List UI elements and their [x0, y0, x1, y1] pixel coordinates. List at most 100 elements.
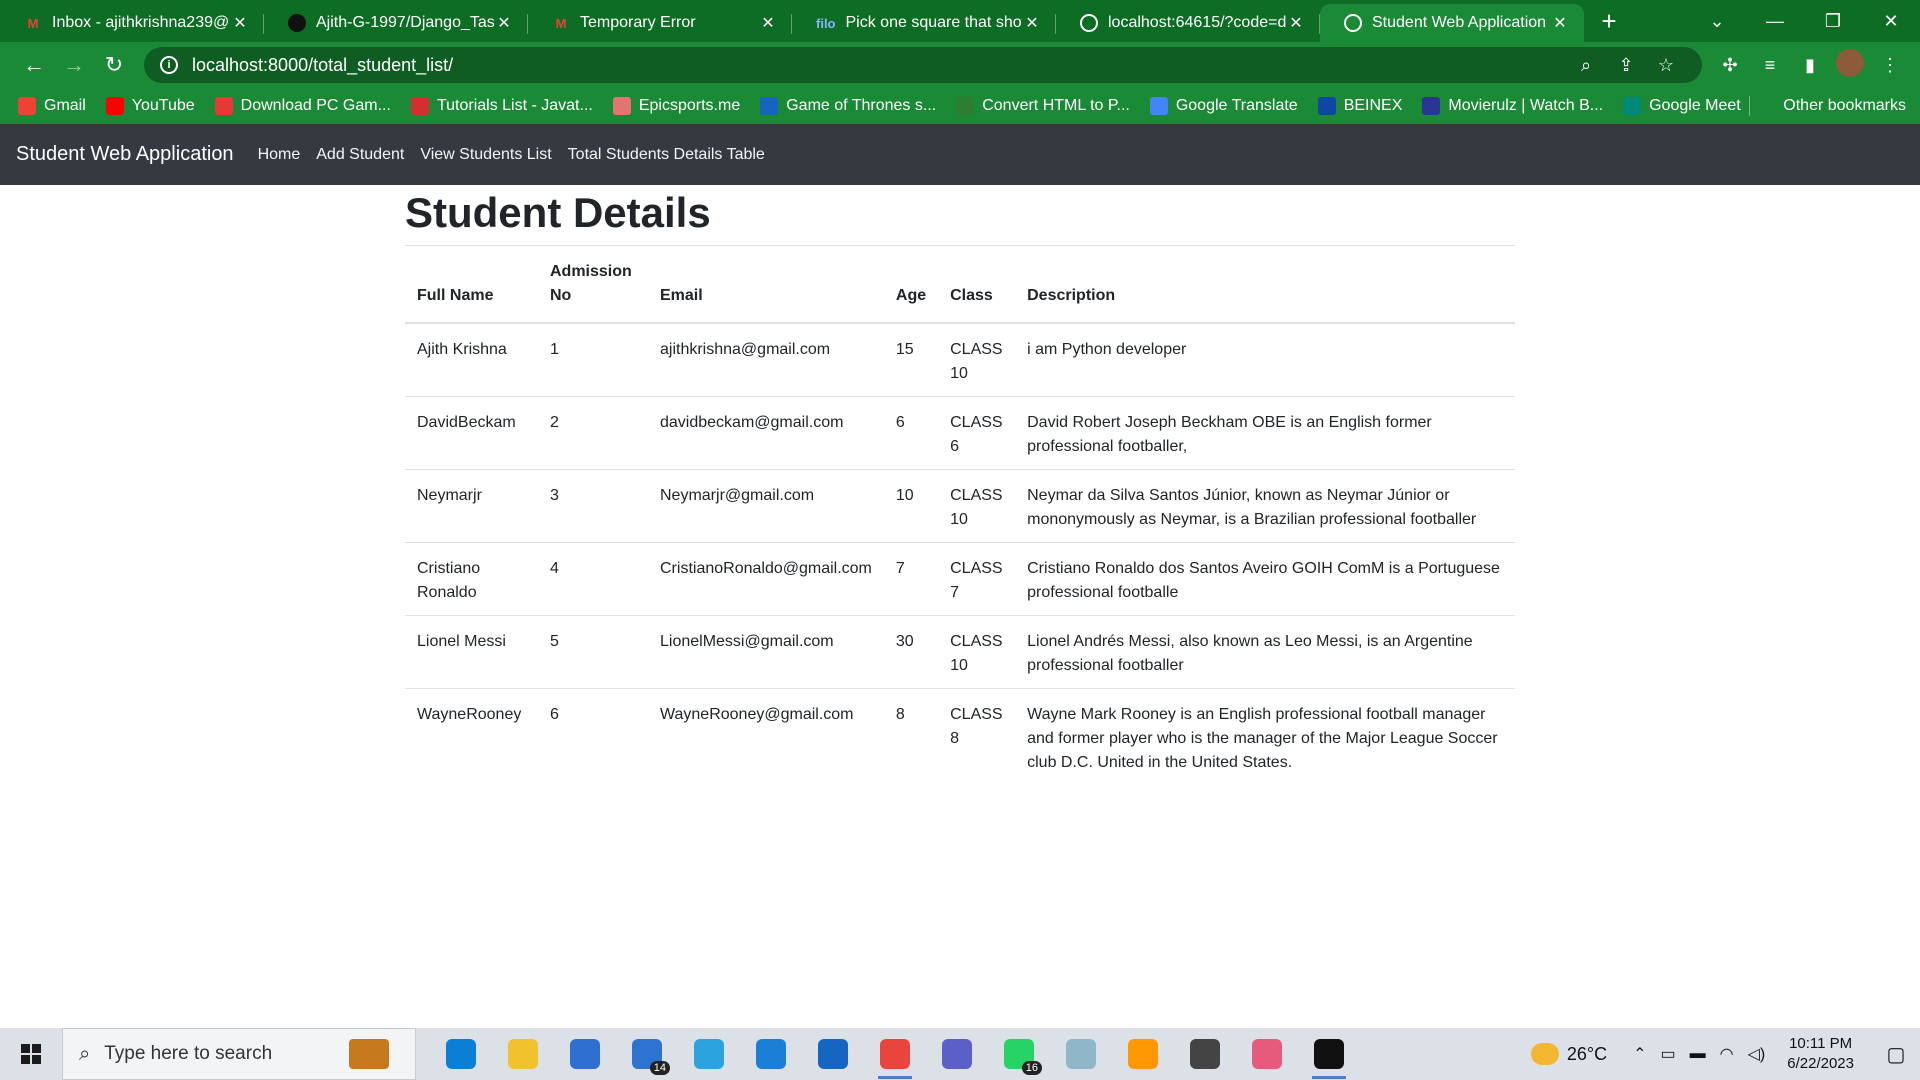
bookmark-item[interactable]: Epicsports.me [612, 97, 741, 115]
start-button[interactable] [0, 1044, 62, 1064]
taskbar-app[interactable] [802, 1028, 864, 1080]
weather-temp[interactable]: 26°C [1567, 1044, 1607, 1065]
tab-close-icon[interactable]: ✕ [494, 13, 514, 33]
taskbar-app[interactable] [1050, 1028, 1112, 1080]
taskbar-app[interactable] [1174, 1028, 1236, 1080]
zoom-icon[interactable]: ⌕ [1566, 55, 1606, 76]
address-bar[interactable]: i localhost:8000/total_student_list/ ⌕ ⇪… [144, 47, 1702, 83]
bookmark-label: Google Translate [1175, 97, 1298, 114]
tab-close-icon[interactable]: ✕ [230, 13, 250, 33]
movierulz-icon [1422, 97, 1441, 115]
browser-tab[interactable]: localhost:64615/?code=d6 ✕ [1056, 4, 1320, 42]
reload-button[interactable]: ↻ [94, 52, 134, 78]
nav-add-student[interactable]: Add Student [316, 146, 404, 164]
taskbar-app[interactable] [864, 1028, 926, 1080]
tab-close-icon[interactable]: ✕ [1022, 13, 1042, 33]
bookmark-item[interactable]: Download PC Gam... [214, 97, 391, 115]
battery-icon[interactable]: ▬ [1690, 1045, 1706, 1063]
cell-full-name: Lionel Messi [405, 615, 538, 689]
forward-button[interactable]: → [54, 52, 94, 78]
bookmark-item[interactable]: Convert HTML to P... [956, 97, 1130, 115]
browser-tab[interactable]: Student Web Application ✕ [1320, 4, 1584, 42]
cell-description: Cristiano Ronaldo dos Santos Aveiro GOIH… [1015, 542, 1515, 616]
git-gui-icon [1252, 1039, 1282, 1069]
cell-full-name: Cristiano Ronaldo [405, 542, 538, 616]
taskbar-app[interactable] [1112, 1028, 1174, 1080]
bookmark-item[interactable]: Game of Thrones s... [760, 97, 936, 115]
minimize-button[interactable]: — [1746, 11, 1804, 32]
back-button[interactable]: ← [14, 52, 54, 78]
menu-icon[interactable]: ⋮ [1870, 55, 1910, 76]
browser-tab[interactable]: filo Pick one square that shows ✕ [792, 4, 1056, 42]
nav-total-students-details-table[interactable]: Total Students Details Table [568, 146, 765, 164]
taskbar-app[interactable] [926, 1028, 988, 1080]
bookmark-label: Google Meet [1649, 97, 1741, 114]
extensions-icon[interactable]: ✣ [1710, 55, 1750, 76]
show-hidden-icons-icon[interactable]: ⌃ [1633, 1044, 1646, 1064]
table-row: Neymarjr 3 Neymarjr@gmail.com 10 CLASS 10 Ney… [405, 469, 1515, 543]
tab-close-icon[interactable]: ✕ [1550, 13, 1570, 33]
notification-badge: 16 [1021, 1061, 1042, 1075]
browser-tab[interactable]: M Inbox - ajithkrishna239@gm✕ [0, 4, 264, 42]
bookmark-item[interactable]: Google Meet [1623, 97, 1741, 115]
weather-icon[interactable] [1530, 1043, 1559, 1065]
wifi-icon[interactable]: ◠ [1720, 1044, 1734, 1064]
bookmark-item[interactable]: Gmail [18, 97, 86, 115]
profile-avatar[interactable] [1830, 48, 1870, 82]
site-info-icon[interactable]: i [160, 56, 178, 74]
app-navbar: Student Web Application Home Add Student… [0, 124, 1920, 185]
windows-logo-icon [21, 1044, 41, 1064]
nav-view-students-list[interactable]: View Students List [420, 146, 551, 164]
taskbar-app[interactable] [678, 1028, 740, 1080]
cell-class: CLASS 10 [938, 323, 1016, 397]
taskbar-app[interactable]: 14 [616, 1028, 678, 1080]
browser-tab[interactable]: M Temporary Error ✕ [528, 4, 792, 42]
taskbar-app[interactable]: 16 [988, 1028, 1050, 1080]
tab-search-icon[interactable]: ⌄ [1688, 11, 1746, 32]
tab-close-icon[interactable]: ✕ [758, 13, 778, 33]
main-content: Student Details Full Name Admission No E… [405, 185, 1515, 785]
bookmarks-bar: Gmail YouTube Download PC Gam... Tutorials … [0, 88, 1920, 124]
taskbar-app[interactable] [430, 1028, 492, 1080]
bookmark-item[interactable]: BEINEX [1317, 97, 1402, 115]
restore-button[interactable]: ❐ [1804, 11, 1862, 32]
bookmark-item[interactable]: Movierulz | Watch B... [1422, 97, 1603, 115]
taskbar-app[interactable] [740, 1028, 802, 1080]
clock[interactable]: 10:11 PM 6/22/2023 [1787, 1034, 1854, 1074]
bookmark-star-icon[interactable]: ☆ [1646, 55, 1686, 76]
navbar-brand[interactable]: Student Web Application [16, 143, 234, 166]
taskbar-app[interactable] [1236, 1028, 1298, 1080]
other-bookmarks[interactable]: Other bookmarks [1783, 88, 1906, 124]
cell-admission-no: 4 [538, 542, 648, 616]
share-icon[interactable]: ⇪ [1606, 55, 1646, 76]
toolbar-actions: ✣ ≡ ▮ ⋮ [1710, 48, 1910, 82]
table-body: Ajith Krishna 1 ajithkrishna@gmail.com 15 CL… [405, 323, 1515, 785]
cell-email: WayneRooney@gmail.com [660, 706, 854, 723]
bookmark-item[interactable]: YouTube [105, 97, 195, 115]
new-tab-button[interactable]: + [1584, 6, 1634, 37]
taskbar-app[interactable] [554, 1028, 616, 1080]
bookmark-item[interactable]: Google Translate [1149, 97, 1298, 115]
bookmark-item[interactable]: Tutorials List - Javat... [410, 97, 593, 115]
side-panel-icon[interactable]: ▮ [1790, 55, 1830, 76]
cell-class: CLASS 10 [938, 615, 1016, 689]
windows-taskbar: ⌕ Type here to search 14 16 26°C ⌃ ▭ ▬ ◠ … [0, 1028, 1920, 1080]
bookmark-label: Epicsports.me [638, 97, 741, 114]
cell-age: 15 [883, 323, 939, 397]
bookmark-label: Movierulz | Watch B... [1448, 97, 1604, 114]
cell-admission-no: 1 [538, 323, 648, 397]
cell-age: 6 [883, 396, 939, 470]
taskbar-app[interactable] [492, 1028, 554, 1080]
meet-now-icon[interactable]: ▭ [1661, 1044, 1676, 1064]
teams-icon [942, 1039, 972, 1069]
taskbar-app[interactable] [1298, 1028, 1360, 1080]
close-window-button[interactable]: ✕ [1862, 11, 1920, 32]
browser-tab[interactable]: Ajith-G-1997/Django_Task ✕ [264, 4, 528, 42]
notifications-icon[interactable]: ▢ [1872, 1042, 1920, 1067]
reading-list-icon[interactable]: ≡ [1750, 55, 1790, 76]
tab-close-icon[interactable]: ✕ [1286, 13, 1306, 33]
nav-home[interactable]: Home [258, 146, 301, 164]
taskbar-search-box[interactable]: ⌕ Type here to search [62, 1028, 416, 1080]
volume-icon[interactable]: ◁) [1748, 1044, 1766, 1064]
url-text[interactable]: localhost:8000/total_student_list/ [192, 55, 1566, 76]
